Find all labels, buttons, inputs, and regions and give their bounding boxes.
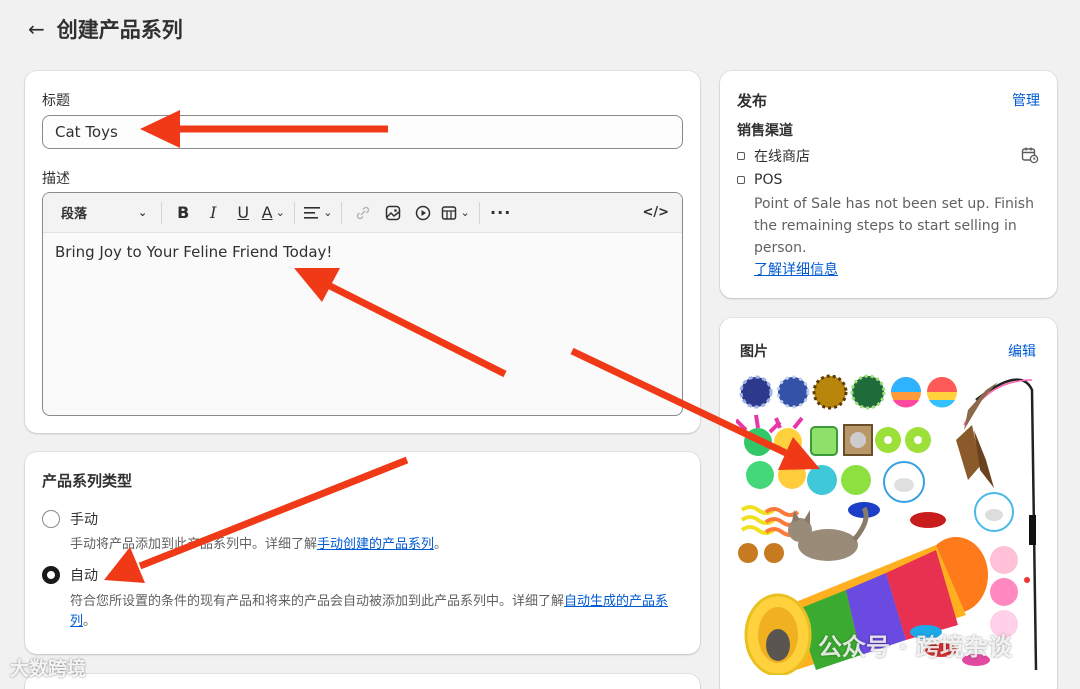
table-button[interactable]: ⌄ (438, 199, 472, 227)
paragraph-format-select[interactable]: 段落 ⌄ (53, 199, 155, 227)
title-label: 标题 (42, 93, 70, 109)
automated-option[interactable]: 自动 (42, 565, 98, 585)
chevron-down-icon: ⌄ (460, 206, 470, 219)
table-icon (442, 205, 457, 220)
toolbar-divider (478, 201, 480, 224)
bold-button[interactable]: B (168, 199, 198, 227)
edit-image-link[interactable]: 编辑 (1008, 341, 1036, 361)
next-card (25, 674, 700, 689)
link-button[interactable] (348, 199, 378, 227)
channel-pos: POS (737, 172, 782, 188)
channel-name: 在线商店 (754, 149, 810, 165)
chevron-down-icon: ⌄ (275, 206, 285, 219)
bullet-icon (737, 176, 745, 184)
channel-online-store: 在线商店 (737, 146, 810, 166)
text-color-label: A (261, 203, 273, 222)
watermark-right: 公众号 · 跨境杂谈 (818, 633, 1012, 661)
toolbar-divider (294, 201, 296, 224)
automated-label: 自动 (70, 568, 98, 584)
link-icon (357, 206, 370, 219)
arrow-left-icon[interactable]: ← (28, 17, 45, 41)
image-icon (386, 205, 401, 220)
automated-help-text: 符合您所设置的条件的现有产品和将来的产品会自动被添加到此产品系列中。详细了解自动… (70, 592, 690, 632)
automated-help-link[interactable]: 自动生成的产品系 (564, 594, 668, 609)
manual-label: 手动 (70, 512, 98, 528)
learn-more-link[interactable]: 了解详细信息 (754, 262, 838, 278)
toolbar-divider (161, 201, 163, 224)
underline-button[interactable]: U (228, 199, 258, 227)
pos-note-line: the remaining steps to start selling in (754, 218, 1017, 234)
manual-help-text: 手动将产品添加到此产品系列中。详细了解手动创建的产品系列。 (70, 535, 447, 555)
pos-note-line: person. (754, 240, 807, 256)
manual-option[interactable]: 手动 (42, 509, 98, 529)
manual-help-link[interactable]: 手动创建的产品系列 (317, 537, 434, 552)
chevron-down-icon: ⌄ (138, 206, 148, 219)
watermark-left: 大数跨境 (10, 658, 87, 680)
automated-radio[interactable] (42, 566, 60, 584)
description-text[interactable]: Bring Joy to Your Feline Friend Today! (43, 233, 682, 271)
chevron-down-icon: ⌄ (323, 206, 333, 219)
manual-help-prefix: 手动将产品添加到此产品系列中。详细了解 (70, 537, 318, 552)
sales-channels-heading: 销售渠道 (737, 123, 793, 139)
align-left-icon (304, 206, 321, 219)
play-circle-icon (416, 205, 431, 220)
title-description-card: 标题 Cat Toys 描述 段落 ⌄ B I U A ⌄ ⌄ ⌄ ··· </… (25, 71, 700, 433)
image-button[interactable] (378, 199, 408, 227)
publishing-heading: 发布 (737, 92, 768, 110)
pos-setup-note: Point of Sale has not been set up. Finis… (754, 193, 1034, 281)
video-button[interactable] (408, 199, 438, 227)
description-label: 描述 (42, 171, 70, 187)
description-editor[interactable]: 段落 ⌄ B I U A ⌄ ⌄ ⌄ ··· </> Bring Joy to … (42, 192, 683, 416)
code-view-button[interactable]: </> (639, 199, 672, 227)
title-input[interactable]: Cat Toys (42, 115, 683, 149)
manual-radio[interactable] (42, 510, 60, 528)
collection-type-heading: 产品系列类型 (42, 472, 133, 490)
page-header: ← 创建产品系列 (28, 14, 183, 44)
image-heading: 图片 (740, 344, 768, 360)
page-title: 创建产品系列 (56, 18, 183, 42)
manual-help-suffix: 。 (434, 537, 448, 552)
automated-help-prefix: 符合您所设置的条件的现有产品和将来的产品会自动被添加到此产品系列中。详细了解 (70, 594, 565, 609)
automated-help-link-line2[interactable]: 列 (70, 614, 83, 629)
channel-name: POS (754, 172, 783, 188)
more-options-button[interactable]: ··· (486, 199, 516, 227)
calendar-schedule-icon[interactable] (1021, 146, 1039, 168)
editor-toolbar: 段落 ⌄ B I U A ⌄ ⌄ ⌄ ··· </> (43, 193, 682, 233)
pos-note-line: Point of Sale has not been set up. Finis… (754, 196, 1034, 212)
manage-link[interactable]: 管理 (1012, 90, 1040, 110)
collection-type-card: 产品系列类型 手动 手动将产品添加到此产品系列中。详细了解手动创建的产品系列。 … (25, 452, 700, 654)
text-color-button[interactable]: A ⌄ (258, 199, 288, 227)
paragraph-format-label: 段落 (61, 207, 88, 222)
publishing-card: 发布 管理 销售渠道 在线商店 POS Point of Sale has no… (720, 71, 1057, 298)
italic-button[interactable]: I (198, 199, 228, 227)
automated-help-suffix: 。 (83, 614, 97, 629)
align-button[interactable]: ⌄ (301, 199, 335, 227)
toolbar-divider (341, 201, 343, 224)
bullet-icon (737, 152, 745, 160)
